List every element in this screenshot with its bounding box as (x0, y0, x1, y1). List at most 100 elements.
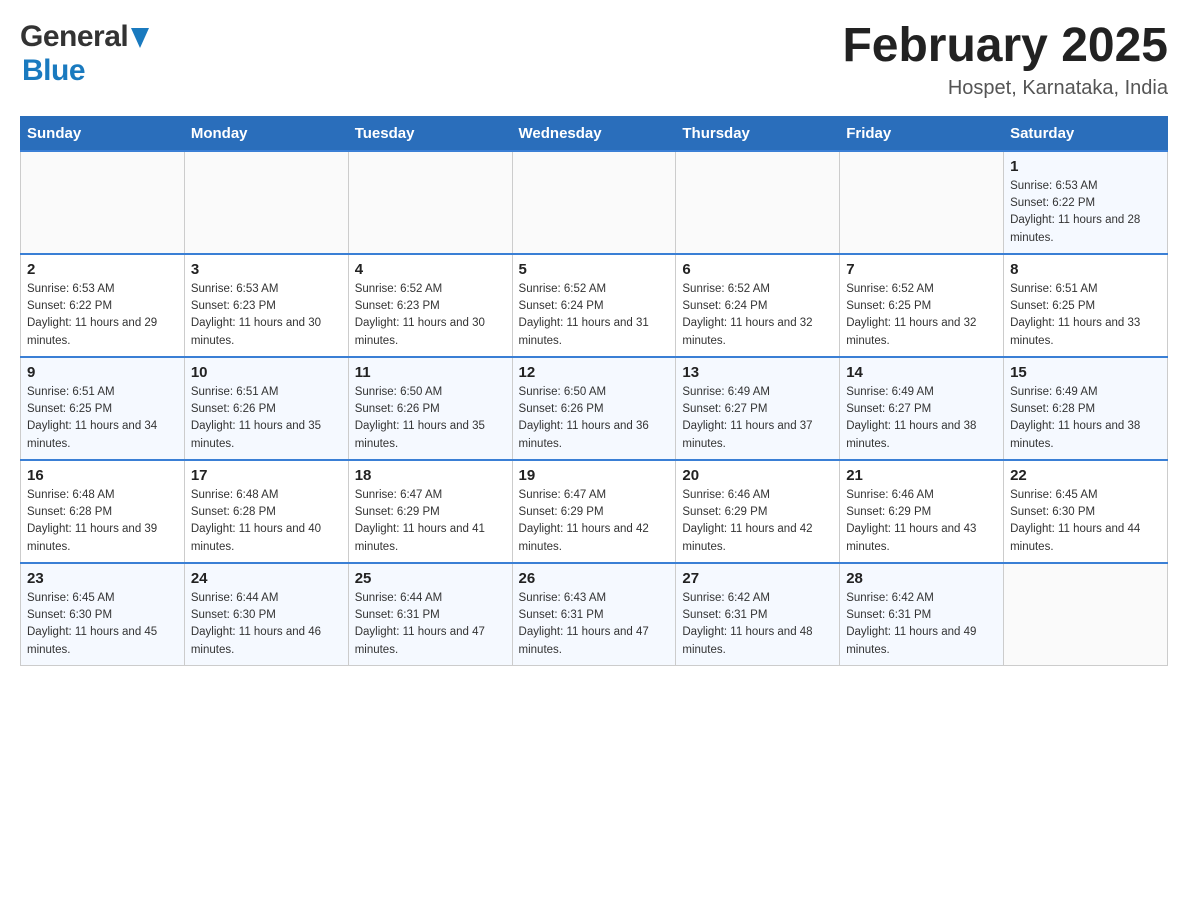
day-number: 1 (1010, 158, 1161, 175)
month-title: February 2025 (842, 20, 1168, 73)
day-info: Sunrise: 6:51 AMSunset: 6:25 PMDaylight:… (1010, 281, 1161, 350)
weekday-header-friday: Friday (840, 116, 1004, 151)
calendar-cell: 9 Sunrise: 6:51 AMSunset: 6:25 PMDaylight… (21, 357, 185, 460)
calendar-week-4: 16 Sunrise: 6:48 AMSunset: 6:28 PMDayligh… (21, 460, 1168, 563)
calendar-cell: 15 Sunrise: 6:49 AMSunset: 6:28 PMDayligh… (1004, 357, 1168, 460)
day-number: 8 (1010, 261, 1161, 278)
calendar-cell: 22 Sunrise: 6:45 AMSunset: 6:30 PMDayligh… (1004, 460, 1168, 563)
day-info: Sunrise: 6:42 AMSunset: 6:31 PMDaylight:… (682, 590, 833, 659)
day-info: Sunrise: 6:53 AMSunset: 6:22 PMDaylight:… (1010, 178, 1161, 247)
day-info: Sunrise: 6:52 AMSunset: 6:25 PMDaylight:… (846, 281, 997, 350)
day-info: Sunrise: 6:50 AMSunset: 6:26 PMDaylight:… (355, 384, 506, 453)
day-number: 23 (27, 570, 178, 587)
weekday-header-monday: Monday (184, 116, 348, 151)
day-number: 21 (846, 467, 997, 484)
day-number: 16 (27, 467, 178, 484)
page-header: General Blue February 2025 Hospet, Karna… (20, 20, 1168, 100)
calendar-cell: 25 Sunrise: 6:44 AMSunset: 6:31 PMDayligh… (348, 563, 512, 666)
weekday-header-tuesday: Tuesday (348, 116, 512, 151)
day-info: Sunrise: 6:45 AMSunset: 6:30 PMDaylight:… (1010, 487, 1161, 556)
day-number: 2 (27, 261, 178, 278)
calendar-cell: 16 Sunrise: 6:48 AMSunset: 6:28 PMDayligh… (21, 460, 185, 563)
day-number: 3 (191, 261, 342, 278)
day-info: Sunrise: 6:45 AMSunset: 6:30 PMDaylight:… (27, 590, 178, 659)
calendar-cell: 6 Sunrise: 6:52 AMSunset: 6:24 PMDaylight… (676, 254, 840, 357)
calendar-body: 1 Sunrise: 6:53 AMSunset: 6:22 PMDaylight… (21, 151, 1168, 666)
calendar-cell (840, 151, 1004, 254)
logo-blue-text: Blue (22, 54, 85, 88)
day-number: 6 (682, 261, 833, 278)
calendar-week-3: 9 Sunrise: 6:51 AMSunset: 6:25 PMDaylight… (21, 357, 1168, 460)
day-number: 18 (355, 467, 506, 484)
calendar-cell: 17 Sunrise: 6:48 AMSunset: 6:28 PMDayligh… (184, 460, 348, 563)
calendar-cell (676, 151, 840, 254)
day-number: 26 (519, 570, 670, 587)
day-number: 12 (519, 364, 670, 381)
calendar-header: SundayMondayTuesdayWednesdayThursdayFrid… (21, 116, 1168, 151)
calendar-week-2: 2 Sunrise: 6:53 AMSunset: 6:22 PMDaylight… (21, 254, 1168, 357)
calendar-cell: 4Sunrise: 6:52 AMSunset: 6:23 PMDaylight… (348, 254, 512, 357)
weekday-header-saturday: Saturday (1004, 116, 1168, 151)
day-number: 15 (1010, 364, 1161, 381)
logo-general-text: General (20, 20, 128, 54)
day-number: 10 (191, 364, 342, 381)
day-info: Sunrise: 6:47 AMSunset: 6:29 PMDaylight:… (355, 487, 506, 556)
day-info: Sunrise: 6:51 AMSunset: 6:25 PMDaylight:… (27, 384, 178, 453)
day-number: 14 (846, 364, 997, 381)
day-info: Sunrise: 6:44 AMSunset: 6:30 PMDaylight:… (191, 590, 342, 659)
day-info: Sunrise: 6:49 AMSunset: 6:28 PMDaylight:… (1010, 384, 1161, 453)
calendar-week-5: 23 Sunrise: 6:45 AMSunset: 6:30 PMDayligh… (21, 563, 1168, 666)
calendar-cell (512, 151, 676, 254)
calendar-cell: 12Sunrise: 6:50 AMSunset: 6:26 PMDayligh… (512, 357, 676, 460)
day-info: Sunrise: 6:53 AMSunset: 6:22 PMDaylight:… (27, 281, 178, 350)
day-number: 13 (682, 364, 833, 381)
day-number: 17 (191, 467, 342, 484)
day-number: 11 (355, 364, 506, 381)
title-block: February 2025 Hospet, Karnataka, India (842, 20, 1168, 100)
logo-arrow-icon (131, 28, 149, 53)
calendar-cell: 8 Sunrise: 6:51 AMSunset: 6:25 PMDaylight… (1004, 254, 1168, 357)
day-number: 9 (27, 364, 178, 381)
calendar-cell: 18 Sunrise: 6:47 AMSunset: 6:29 PMDayligh… (348, 460, 512, 563)
calendar-cell: 13 Sunrise: 6:49 AMSunset: 6:27 PMDayligh… (676, 357, 840, 460)
calendar-cell: 28 Sunrise: 6:42 AMSunset: 6:31 PMDayligh… (840, 563, 1004, 666)
day-info: Sunrise: 6:46 AMSunset: 6:29 PMDaylight:… (846, 487, 997, 556)
day-info: Sunrise: 6:49 AMSunset: 6:27 PMDaylight:… (682, 384, 833, 453)
calendar-week-1: 1 Sunrise: 6:53 AMSunset: 6:22 PMDaylight… (21, 151, 1168, 254)
calendar-cell: 5 Sunrise: 6:52 AMSunset: 6:24 PMDaylight… (512, 254, 676, 357)
calendar-cell: 24Sunrise: 6:44 AMSunset: 6:30 PMDayligh… (184, 563, 348, 666)
calendar-cell: 10Sunrise: 6:51 AMSunset: 6:26 PMDayligh… (184, 357, 348, 460)
calendar-cell: 20 Sunrise: 6:46 AMSunset: 6:29 PMDayligh… (676, 460, 840, 563)
calendar-cell: 23 Sunrise: 6:45 AMSunset: 6:30 PMDayligh… (21, 563, 185, 666)
day-info: Sunrise: 6:52 AMSunset: 6:24 PMDaylight:… (519, 281, 670, 350)
day-number: 28 (846, 570, 997, 587)
day-info: Sunrise: 6:49 AMSunset: 6:27 PMDaylight:… (846, 384, 997, 453)
calendar-cell (21, 151, 185, 254)
day-number: 22 (1010, 467, 1161, 484)
calendar-cell: 26Sunrise: 6:43 AMSunset: 6:31 PMDayligh… (512, 563, 676, 666)
calendar-cell: 14 Sunrise: 6:49 AMSunset: 6:27 PMDayligh… (840, 357, 1004, 460)
day-info: Sunrise: 6:44 AMSunset: 6:31 PMDaylight:… (355, 590, 506, 659)
weekday-header-sunday: Sunday (21, 116, 185, 151)
calendar-cell: 7Sunrise: 6:52 AMSunset: 6:25 PMDaylight… (840, 254, 1004, 357)
day-info: Sunrise: 6:53 AMSunset: 6:23 PMDaylight:… (191, 281, 342, 350)
day-info: Sunrise: 6:42 AMSunset: 6:31 PMDaylight:… (846, 590, 997, 659)
location-title: Hospet, Karnataka, India (842, 77, 1168, 100)
calendar-table: SundayMondayTuesdayWednesdayThursdayFrid… (20, 116, 1168, 666)
calendar-cell: 3 Sunrise: 6:53 AMSunset: 6:23 PMDaylight… (184, 254, 348, 357)
day-number: 20 (682, 467, 833, 484)
day-number: 4 (355, 261, 506, 278)
calendar-cell: 1 Sunrise: 6:53 AMSunset: 6:22 PMDaylight… (1004, 151, 1168, 254)
day-info: Sunrise: 6:46 AMSunset: 6:29 PMDaylight:… (682, 487, 833, 556)
day-info: Sunrise: 6:48 AMSunset: 6:28 PMDaylight:… (27, 487, 178, 556)
day-number: 5 (519, 261, 670, 278)
day-info: Sunrise: 6:52 AMSunset: 6:24 PMDaylight:… (682, 281, 833, 350)
day-info: Sunrise: 6:48 AMSunset: 6:28 PMDaylight:… (191, 487, 342, 556)
calendar-cell (1004, 563, 1168, 666)
day-info: Sunrise: 6:47 AMSunset: 6:29 PMDaylight:… (519, 487, 670, 556)
calendar-cell: 21 Sunrise: 6:46 AMSunset: 6:29 PMDayligh… (840, 460, 1004, 563)
day-number: 27 (682, 570, 833, 587)
logo: General Blue (20, 20, 149, 88)
calendar-cell (184, 151, 348, 254)
day-number: 25 (355, 570, 506, 587)
